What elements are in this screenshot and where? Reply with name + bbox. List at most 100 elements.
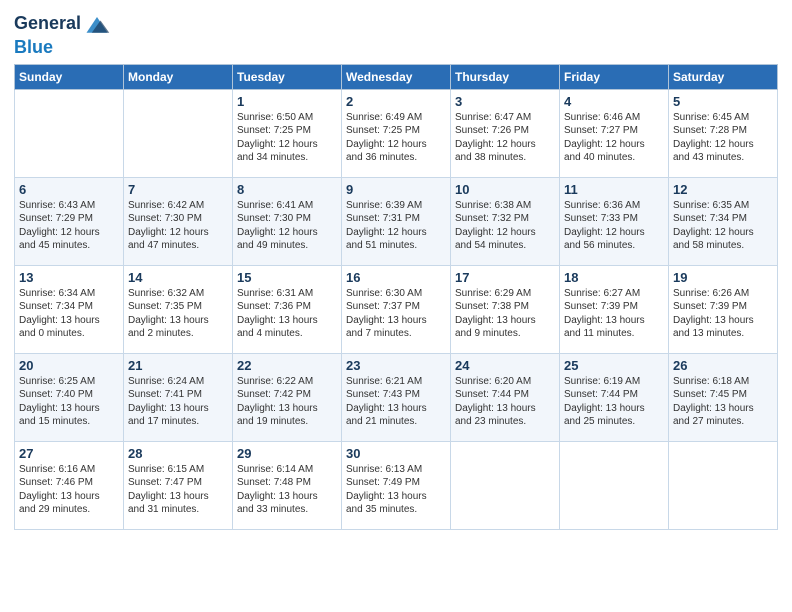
day-info: Sunrise: 6:46 AM Sunset: 7:27 PM Dayligh… [564, 111, 664, 165]
day-info: Sunrise: 6:34 AM Sunset: 7:34 PM Dayligh… [19, 287, 119, 341]
calendar-cell: 11 Sunrise: 6:36 AM Sunset: 7:33 PM Dayl… [560, 177, 669, 265]
calendar-cell: 23 Sunrise: 6:21 AM Sunset: 7:43 PM Dayl… [342, 353, 451, 441]
logo: General Blue [14, 10, 111, 58]
day-info: Sunrise: 6:22 AM Sunset: 7:42 PM Dayligh… [237, 375, 337, 429]
day-number: 10 [455, 182, 555, 197]
calendar-cell: 5 Sunrise: 6:45 AM Sunset: 7:28 PM Dayli… [669, 89, 778, 177]
day-info: Sunrise: 6:38 AM Sunset: 7:32 PM Dayligh… [455, 199, 555, 253]
calendar-cell: 21 Sunrise: 6:24 AM Sunset: 7:41 PM Dayl… [124, 353, 233, 441]
calendar-cell: 10 Sunrise: 6:38 AM Sunset: 7:32 PM Dayl… [451, 177, 560, 265]
calendar-cell [15, 89, 124, 177]
calendar-cell [669, 441, 778, 529]
calendar-cell: 24 Sunrise: 6:20 AM Sunset: 7:44 PM Dayl… [451, 353, 560, 441]
week-row-5: 27 Sunrise: 6:16 AM Sunset: 7:46 PM Dayl… [15, 441, 778, 529]
calendar-cell: 3 Sunrise: 6:47 AM Sunset: 7:26 PM Dayli… [451, 89, 560, 177]
calendar-cell: 17 Sunrise: 6:29 AM Sunset: 7:38 PM Dayl… [451, 265, 560, 353]
day-info: Sunrise: 6:49 AM Sunset: 7:25 PM Dayligh… [346, 111, 446, 165]
day-info: Sunrise: 6:25 AM Sunset: 7:40 PM Dayligh… [19, 375, 119, 429]
logo-icon [83, 10, 111, 38]
weekday-header-sunday: Sunday [15, 64, 124, 89]
day-number: 28 [128, 446, 228, 461]
calendar-cell: 16 Sunrise: 6:30 AM Sunset: 7:37 PM Dayl… [342, 265, 451, 353]
header: General Blue [14, 10, 778, 58]
day-number: 29 [237, 446, 337, 461]
day-info: Sunrise: 6:30 AM Sunset: 7:37 PM Dayligh… [346, 287, 446, 341]
day-number: 21 [128, 358, 228, 373]
calendar-cell [451, 441, 560, 529]
day-info: Sunrise: 6:19 AM Sunset: 7:44 PM Dayligh… [564, 375, 664, 429]
day-number: 5 [673, 94, 773, 109]
calendar-cell: 28 Sunrise: 6:15 AM Sunset: 7:47 PM Dayl… [124, 441, 233, 529]
calendar-cell: 2 Sunrise: 6:49 AM Sunset: 7:25 PM Dayli… [342, 89, 451, 177]
day-info: Sunrise: 6:15 AM Sunset: 7:47 PM Dayligh… [128, 463, 228, 517]
day-info: Sunrise: 6:27 AM Sunset: 7:39 PM Dayligh… [564, 287, 664, 341]
day-info: Sunrise: 6:45 AM Sunset: 7:28 PM Dayligh… [673, 111, 773, 165]
calendar-cell [124, 89, 233, 177]
calendar-cell: 22 Sunrise: 6:22 AM Sunset: 7:42 PM Dayl… [233, 353, 342, 441]
day-number: 19 [673, 270, 773, 285]
day-number: 16 [346, 270, 446, 285]
logo-text-blue: Blue [14, 38, 111, 58]
week-row-2: 6 Sunrise: 6:43 AM Sunset: 7:29 PM Dayli… [15, 177, 778, 265]
day-info: Sunrise: 6:36 AM Sunset: 7:33 PM Dayligh… [564, 199, 664, 253]
day-info: Sunrise: 6:18 AM Sunset: 7:45 PM Dayligh… [673, 375, 773, 429]
day-number: 6 [19, 182, 119, 197]
day-number: 26 [673, 358, 773, 373]
day-number: 13 [19, 270, 119, 285]
day-info: Sunrise: 6:32 AM Sunset: 7:35 PM Dayligh… [128, 287, 228, 341]
page: General Blue SundayMondayTuesdayWednesda… [0, 0, 792, 612]
calendar-cell: 14 Sunrise: 6:32 AM Sunset: 7:35 PM Dayl… [124, 265, 233, 353]
calendar-cell: 27 Sunrise: 6:16 AM Sunset: 7:46 PM Dayl… [15, 441, 124, 529]
day-number: 24 [455, 358, 555, 373]
day-info: Sunrise: 6:14 AM Sunset: 7:48 PM Dayligh… [237, 463, 337, 517]
day-info: Sunrise: 6:21 AM Sunset: 7:43 PM Dayligh… [346, 375, 446, 429]
day-number: 15 [237, 270, 337, 285]
calendar-cell: 9 Sunrise: 6:39 AM Sunset: 7:31 PM Dayli… [342, 177, 451, 265]
day-info: Sunrise: 6:24 AM Sunset: 7:41 PM Dayligh… [128, 375, 228, 429]
day-info: Sunrise: 6:20 AM Sunset: 7:44 PM Dayligh… [455, 375, 555, 429]
day-number: 25 [564, 358, 664, 373]
day-number: 4 [564, 94, 664, 109]
weekday-header-saturday: Saturday [669, 64, 778, 89]
day-number: 3 [455, 94, 555, 109]
calendar-cell: 18 Sunrise: 6:27 AM Sunset: 7:39 PM Dayl… [560, 265, 669, 353]
day-info: Sunrise: 6:42 AM Sunset: 7:30 PM Dayligh… [128, 199, 228, 253]
calendar-cell: 30 Sunrise: 6:13 AM Sunset: 7:49 PM Dayl… [342, 441, 451, 529]
calendar-cell: 4 Sunrise: 6:46 AM Sunset: 7:27 PM Dayli… [560, 89, 669, 177]
logo-text: General [14, 14, 81, 34]
day-number: 8 [237, 182, 337, 197]
weekday-header-row: SundayMondayTuesdayWednesdayThursdayFrid… [15, 64, 778, 89]
day-number: 30 [346, 446, 446, 461]
day-info: Sunrise: 6:29 AM Sunset: 7:38 PM Dayligh… [455, 287, 555, 341]
calendar-cell: 12 Sunrise: 6:35 AM Sunset: 7:34 PM Dayl… [669, 177, 778, 265]
day-number: 7 [128, 182, 228, 197]
day-number: 9 [346, 182, 446, 197]
calendar-cell [560, 441, 669, 529]
day-info: Sunrise: 6:47 AM Sunset: 7:26 PM Dayligh… [455, 111, 555, 165]
day-number: 27 [19, 446, 119, 461]
week-row-4: 20 Sunrise: 6:25 AM Sunset: 7:40 PM Dayl… [15, 353, 778, 441]
day-info: Sunrise: 6:16 AM Sunset: 7:46 PM Dayligh… [19, 463, 119, 517]
day-info: Sunrise: 6:13 AM Sunset: 7:49 PM Dayligh… [346, 463, 446, 517]
day-info: Sunrise: 6:50 AM Sunset: 7:25 PM Dayligh… [237, 111, 337, 165]
weekday-header-thursday: Thursday [451, 64, 560, 89]
day-number: 22 [237, 358, 337, 373]
weekday-header-wednesday: Wednesday [342, 64, 451, 89]
calendar-cell: 13 Sunrise: 6:34 AM Sunset: 7:34 PM Dayl… [15, 265, 124, 353]
calendar-cell: 29 Sunrise: 6:14 AM Sunset: 7:48 PM Dayl… [233, 441, 342, 529]
calendar-cell: 20 Sunrise: 6:25 AM Sunset: 7:40 PM Dayl… [15, 353, 124, 441]
day-info: Sunrise: 6:39 AM Sunset: 7:31 PM Dayligh… [346, 199, 446, 253]
day-info: Sunrise: 6:31 AM Sunset: 7:36 PM Dayligh… [237, 287, 337, 341]
day-info: Sunrise: 6:41 AM Sunset: 7:30 PM Dayligh… [237, 199, 337, 253]
weekday-header-monday: Monday [124, 64, 233, 89]
week-row-3: 13 Sunrise: 6:34 AM Sunset: 7:34 PM Dayl… [15, 265, 778, 353]
calendar-cell: 7 Sunrise: 6:42 AM Sunset: 7:30 PM Dayli… [124, 177, 233, 265]
day-info: Sunrise: 6:43 AM Sunset: 7:29 PM Dayligh… [19, 199, 119, 253]
calendar-cell: 8 Sunrise: 6:41 AM Sunset: 7:30 PM Dayli… [233, 177, 342, 265]
day-number: 1 [237, 94, 337, 109]
calendar-cell: 1 Sunrise: 6:50 AM Sunset: 7:25 PM Dayli… [233, 89, 342, 177]
day-number: 12 [673, 182, 773, 197]
calendar-table: SundayMondayTuesdayWednesdayThursdayFrid… [14, 64, 778, 530]
week-row-1: 1 Sunrise: 6:50 AM Sunset: 7:25 PM Dayli… [15, 89, 778, 177]
calendar-cell: 6 Sunrise: 6:43 AM Sunset: 7:29 PM Dayli… [15, 177, 124, 265]
